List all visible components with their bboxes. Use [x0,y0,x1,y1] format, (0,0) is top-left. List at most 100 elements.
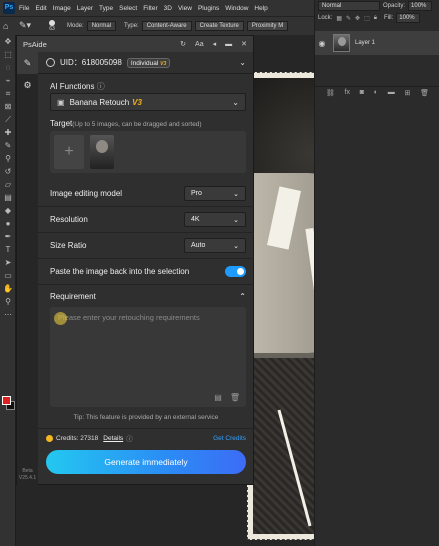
plugin-titlebar: PsAide ↻ Aa ◂ ▬ ✕ [17,36,253,52]
font-size-icon[interactable]: Aa [195,41,204,48]
chevron-up-icon[interactable]: ⌃ [239,292,246,301]
close-icon[interactable]: ✕ [241,40,247,48]
info-icon[interactable]: ⓘ [126,433,133,443]
menu-image[interactable]: Image [53,5,71,12]
menu-edit[interactable]: Edit [35,5,46,12]
library-icon[interactable]: ▤ [214,393,222,402]
info-icon[interactable]: ⓘ [97,82,105,91]
pen-tool-icon[interactable]: ✒ [0,230,16,243]
menu-filter[interactable]: Filter [143,5,157,12]
healing-tool-icon[interactable]: ✚ [0,126,16,139]
image-model-select[interactable]: Pro ⌄ [184,186,246,201]
menu-3d[interactable]: 3D [164,5,172,12]
path-select-tool-icon[interactable]: ➤ [0,256,16,269]
requirement-textarea[interactable]: Please enter your retouching requirement… [50,307,246,407]
lock-all-icon[interactable]: 🔒︎ [374,15,377,22]
trash-icon[interactable]: 🗑︎ [230,393,240,402]
layer-item[interactable]: ◉ Layer 1 [315,31,439,55]
size-ratio-label: Size Ratio [50,241,87,250]
target-hint: (Up to 5 images, can be dragged and sort… [72,121,202,128]
type-tool-icon[interactable]: T [0,243,16,256]
back-icon[interactable]: ◂ [213,40,217,48]
chevron-down-icon[interactable]: ⌄ [239,58,246,67]
ai-function-select[interactable]: ▣ Banana Retouch V3 ⌄ [50,93,246,111]
eyedropper-tool-icon[interactable]: ⟋ [0,113,16,126]
requirement-tools: ▤ 🗑︎ [214,393,240,402]
generate-button[interactable]: Generate immediately [46,450,246,474]
edit-pen-icon[interactable]: ✎ [17,52,38,74]
eraser-tool-icon[interactable]: ▱ [0,178,16,191]
get-credits-link[interactable]: Get Credits [213,435,246,442]
menu-window[interactable]: Window [225,5,248,12]
add-image-button[interactable]: + [54,135,84,169]
menu-file[interactable]: File [19,5,29,12]
mouse-cursor-highlight [54,312,67,325]
lasso-tool-icon[interactable]: ◌ [0,61,16,74]
home-icon[interactable]: ⌂ [3,20,15,32]
link-layers-icon[interactable]: ⛓ [326,89,335,97]
proximity-match-button[interactable]: Proximity M [246,21,289,31]
foreground-color-swatch[interactable] [2,396,11,405]
brush-tool-icon[interactable]: ✎ [0,139,16,152]
refresh-icon[interactable]: ↻ [180,40,186,48]
requirement-heading[interactable]: Requirement ⌃ [38,285,254,307]
lock-label: Lock: [318,15,333,21]
type-label: Type: [124,23,139,29]
healing-brush-icon[interactable]: ✎▾ [19,20,35,32]
group-folder-icon[interactable]: ▬ [388,89,395,96]
content-aware-button[interactable]: Content-Aware [141,21,192,31]
details-link[interactable]: Details [103,435,123,442]
gradient-tool-icon[interactable]: ▤ [0,191,16,204]
target-image-thumbnail[interactable] [90,135,114,169]
target-images: + [50,131,246,173]
resolution-select[interactable]: 4K ⌄ [184,212,246,227]
hand-tool-icon[interactable]: ✋ [0,282,16,295]
frame-tool-icon[interactable]: ⊠ [0,100,16,113]
visibility-eye-icon[interactable]: ◉ [315,39,329,48]
layers-footer: ⛓ fx ◙ ◐ ▬ ⊞ 🗑︎ [315,86,439,98]
adjustment-icon[interactable]: ◐ [374,89,378,96]
menu-view[interactable]: View [178,5,192,12]
lock-pixels-icon[interactable]: ▦ [336,15,342,22]
account-row[interactable]: UID：618005098 Individual V3 ⌄ [38,52,254,74]
size-ratio-select[interactable]: Auto ⌄ [184,238,246,253]
version-info: Beta V25.4.1 [17,468,38,482]
menubar: Ps File Edit Image Layer Type Select Fil… [0,0,314,16]
zoom-tool-icon[interactable]: ⚲ [0,295,16,308]
new-layer-icon[interactable]: ⊞ [405,89,411,97]
mode-select[interactable]: Normal [86,21,117,31]
history-brush-tool-icon[interactable]: ↺ [0,165,16,178]
lock-artboard-icon[interactable]: ⬚ [364,15,370,22]
fill-field[interactable]: 100% [396,13,421,23]
plan-badge-label: Individual [130,59,159,67]
brush-size-value: 63 [49,26,55,32]
rectangle-tool-icon[interactable]: ▭ [0,269,16,282]
lock-move-icon[interactable]: ✥ [355,15,360,22]
create-texture-button[interactable]: Create Texture [194,21,244,31]
brush-size-picker[interactable]: 63 [45,20,59,32]
lock-paint-icon[interactable]: ✎ [346,15,351,22]
dodge-tool-icon[interactable]: ● [0,217,16,230]
stamp-tool-icon[interactable]: ⚲ [0,152,16,165]
blur-tool-icon[interactable]: ◆ [0,204,16,217]
minimize-icon[interactable]: ▬ [225,41,232,48]
crop-tool-icon[interactable]: ⌗ [0,87,16,100]
mask-icon[interactable]: ◙ [360,89,364,96]
quick-select-tool-icon[interactable]: ⌁ [0,74,16,87]
paste-back-toggle[interactable] [225,266,246,277]
opacity-field[interactable]: 100% [408,1,433,11]
fx-icon[interactable]: fx [345,89,350,96]
marquee-tool-icon[interactable]: ⬚ [0,48,16,61]
blend-mode-select[interactable]: Normal [318,1,380,11]
more-tools-icon[interactable]: ⋯ [0,308,16,321]
move-tool-icon[interactable]: ✥ [0,35,16,48]
menu-layer[interactable]: Layer [77,5,93,12]
opacity-label: Opacity: [383,3,406,9]
menu-select[interactable]: Select [119,5,137,12]
settings-gear-icon[interactable]: ⚙ [17,74,38,96]
menu-plugins[interactable]: Plugins [198,5,219,12]
trash-icon[interactable]: 🗑︎ [420,89,429,97]
version-label: Beta [22,468,33,474]
menu-type[interactable]: Type [99,5,113,12]
menu-help[interactable]: Help [254,5,267,12]
